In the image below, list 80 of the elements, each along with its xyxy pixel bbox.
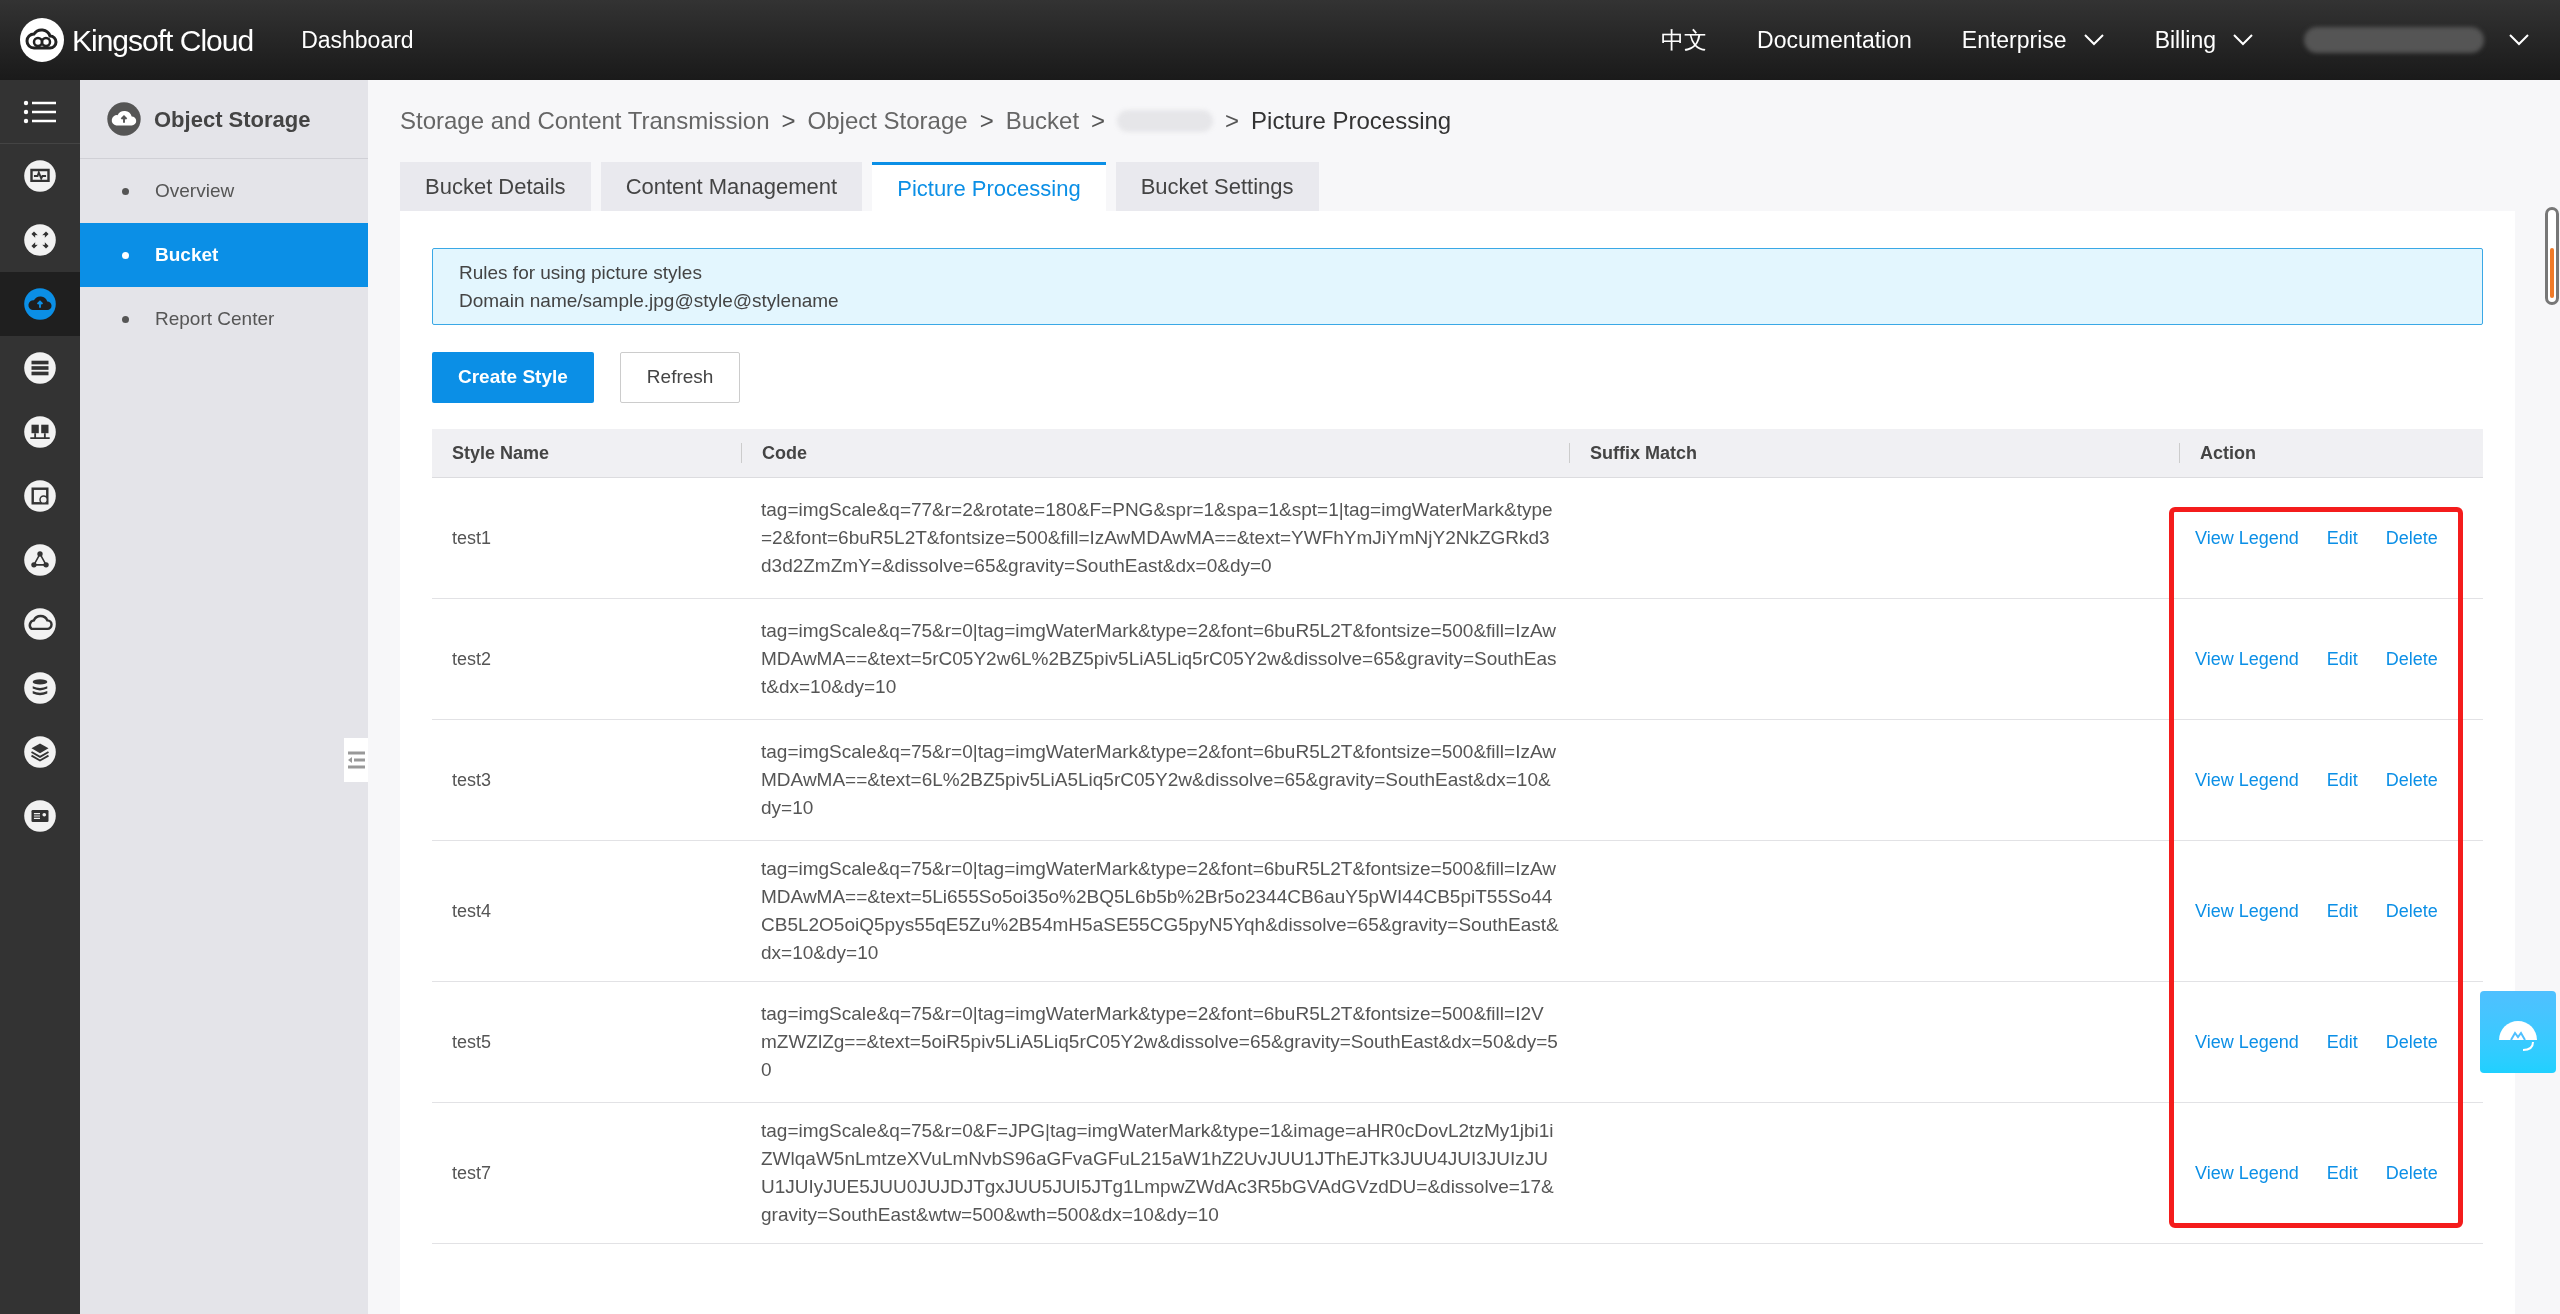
breadcrumb-separator: > xyxy=(979,106,994,136)
edit-link[interactable]: Edit xyxy=(2326,1028,2358,1056)
cloud-logo-icon xyxy=(20,18,64,62)
id-card-icon xyxy=(23,799,57,833)
scrollbar[interactable] xyxy=(2545,207,2559,305)
sidebar-item[interactable]: Bucket xyxy=(80,223,368,287)
breadcrumb-link[interactable]: Object Storage xyxy=(807,103,968,139)
table-cell: test1 xyxy=(452,527,492,548)
edit-link[interactable]: Edit xyxy=(2326,897,2358,925)
delete-link[interactable]: Delete xyxy=(2385,766,2438,794)
delete-link[interactable]: Delete xyxy=(2385,524,2438,552)
edit-link[interactable]: Edit xyxy=(2326,1159,2358,1187)
tab[interactable]: Bucket Settings xyxy=(1115,162,1319,211)
brand-name: Kingsoft Cloud xyxy=(72,22,254,59)
refresh-button[interactable]: Refresh xyxy=(619,352,741,403)
triangle-nodes-icon xyxy=(23,543,57,577)
collapse-handle[interactable] xyxy=(344,738,368,782)
view-legend-link[interactable]: View Legend xyxy=(2195,1028,2299,1056)
dropdown-menu[interactable]: Enterprise xyxy=(1961,22,2105,58)
nav-link[interactable]: Documentation xyxy=(1757,22,1912,58)
table-cell: test5 xyxy=(452,1031,492,1052)
code-cell-text: tag=imgScale&q=75&r=0|tag=imgWaterMark&type=2&font=6buR5L2T&fontsize=500&fill=I2VmZWZlZg==&text=5oiR5piv5LiA5Liq5rC05Y2w&dissolve=65&gravity=SouthEast&dx=50&dy=50 xyxy=(761,1002,1559,1082)
monitor-icon xyxy=(23,159,57,193)
crossed-arrows-icon xyxy=(23,223,57,257)
edit-link[interactable]: Edit xyxy=(2326,524,2358,552)
view-legend-link[interactable]: View Legend xyxy=(2195,897,2299,925)
code-cell-text: tag=imgScale&q=75&r=0|tag=imgWaterMark&type=2&font=6buR5L2T&fontsize=500&fill=IzAwMDAwMA==&text=5Li655So5oi35o%2BQ5L6b5b%2Br5o2344CB6auY5pWI44CB5piT55So44CB5L2O5oiQ5pys55qE5Zu%2B54mH5aSE55CG5pyN5Yqh&dissolve=65&gravity=SouthEast&dx=10&dy=10 xyxy=(761,857,1559,965)
delete-link[interactable]: Delete xyxy=(2385,1159,2438,1187)
breadcrumb-link[interactable]: Storage and Content Transmission xyxy=(400,103,770,139)
menu-icon[interactable] xyxy=(23,99,57,124)
table-cell: test4 xyxy=(452,900,492,921)
cloud-upload-icon xyxy=(106,101,142,137)
code-cell-text: tag=imgScale&q=75&r=0&F=JPG|tag=imgWaterMark&type=1&image=aHR0cDovL2tzMy1jbi1iZWlqaW5nLmtzeXVuLmNvbS96aGFvaGFuL215aW1hZ2UvJUU1JThEJTk3JUU4JUI3JUIzJUU1JUIyJUE5JUU0JUJDJTgxJUU5JUI5JTg1LmpwZWdAc3R5bGVAdGVzdDU=&dissolve=17&gravity=SouthEast&wtw=500&wth=500&dx=10&dy=10 xyxy=(761,1119,1555,1227)
view-legend-link[interactable]: View Legend xyxy=(2195,524,2299,552)
chevron-down-icon xyxy=(2508,33,2530,47)
view-legend-link[interactable]: View Legend xyxy=(2195,645,2299,673)
view-legend-link[interactable]: View Legend xyxy=(2195,1159,2299,1187)
breadcrumb-separator: > xyxy=(781,106,796,136)
column-header: Style Name xyxy=(452,441,550,465)
column-header: Action xyxy=(2200,441,2256,465)
server-rack-icon xyxy=(23,351,57,385)
rail-item[interactable] xyxy=(0,272,80,336)
code-cell-text: tag=imgScale&q=75&r=0|tag=imgWaterMark&type=2&font=6buR5L2T&fontsize=500&fill=IzAwMDAwMA==&text=5rC05Y2w6L%2BZ5piv5LiA5Liq5rC05Y2w&dissolve=65&gravity=SouthEast&dx=10&dy=10 xyxy=(761,619,1558,699)
tab[interactable]: Content Management xyxy=(600,162,863,211)
code-cell-text: tag=imgScale&q=75&r=0|tag=imgWaterMark&type=2&font=6buR5L2T&fontsize=500&fill=IzAwMDAwMA==&text=6L%2BZ5piv5LiA5Liq5rC05Y2w&dissolve=65&gravity=SouthEast&dx=10&dy=10 xyxy=(761,740,1557,820)
breadcrumb-link[interactable]: Bucket xyxy=(1005,103,1080,139)
chevron-down-icon xyxy=(2082,33,2105,47)
stacked-layers-icon xyxy=(23,735,57,769)
cloud-upload-icon xyxy=(23,287,57,321)
cloud-outline-icon xyxy=(23,607,57,641)
tab[interactable]: Bucket Details xyxy=(400,162,591,211)
view-legend-link[interactable]: View Legend xyxy=(2195,766,2299,794)
column-header: Suffix Match xyxy=(1590,441,1697,465)
edit-link[interactable]: Edit xyxy=(2326,766,2358,794)
table-cell: test2 xyxy=(452,648,492,669)
delete-link[interactable]: Delete xyxy=(2385,645,2438,673)
sidebar-title: Object Storage xyxy=(154,105,311,134)
database-icon xyxy=(23,671,57,705)
info-text: Domain name/sample.jpg@style@stylename xyxy=(459,288,840,313)
breadcrumb-separator: > xyxy=(1091,106,1106,136)
table-cell: test7 xyxy=(452,1162,492,1183)
nav-link[interactable]: 中文 xyxy=(1661,22,1708,58)
table-cell: test3 xyxy=(452,769,492,790)
delete-link[interactable]: Delete xyxy=(2385,1028,2438,1056)
chevron-down-icon xyxy=(2232,33,2254,47)
code-cell-text: tag=imgScale&q=77&r=2&rotate=180&F=PNG&spr=1&spa=1&spt=1|tag=imgWaterMark&type=2&font=6buR5L2T&fontsize=500&fill=IzAwMDAwMA==&text=YWFhYmJiYmNjY2NkZGRkd3d3d2ZmZmY=&dissolve=65&gravity=SouthEast&dx=0&dy=0 xyxy=(761,498,1554,578)
info-text: Rules for using picture styles xyxy=(459,260,703,285)
edit-link[interactable]: Edit xyxy=(2326,645,2358,673)
network-icon xyxy=(23,415,57,449)
create-style-button[interactable]: Create Style xyxy=(432,352,594,403)
breadcrumb-separator: > xyxy=(1225,106,1240,136)
sidebar-item[interactable]: Report Center xyxy=(80,287,368,351)
dashboard-link[interactable]: Dashboard xyxy=(301,22,414,58)
breadcrumb-current: Picture Processing xyxy=(1251,106,1452,136)
tab[interactable]: Picture Processing xyxy=(872,162,1106,211)
dropdown-menu[interactable]: Billing xyxy=(2154,22,2254,58)
sidebar-item[interactable]: Overview xyxy=(80,159,368,223)
video-frame-icon xyxy=(23,479,57,513)
column-header: Code xyxy=(762,441,807,465)
delete-link[interactable]: Delete xyxy=(2385,897,2438,925)
